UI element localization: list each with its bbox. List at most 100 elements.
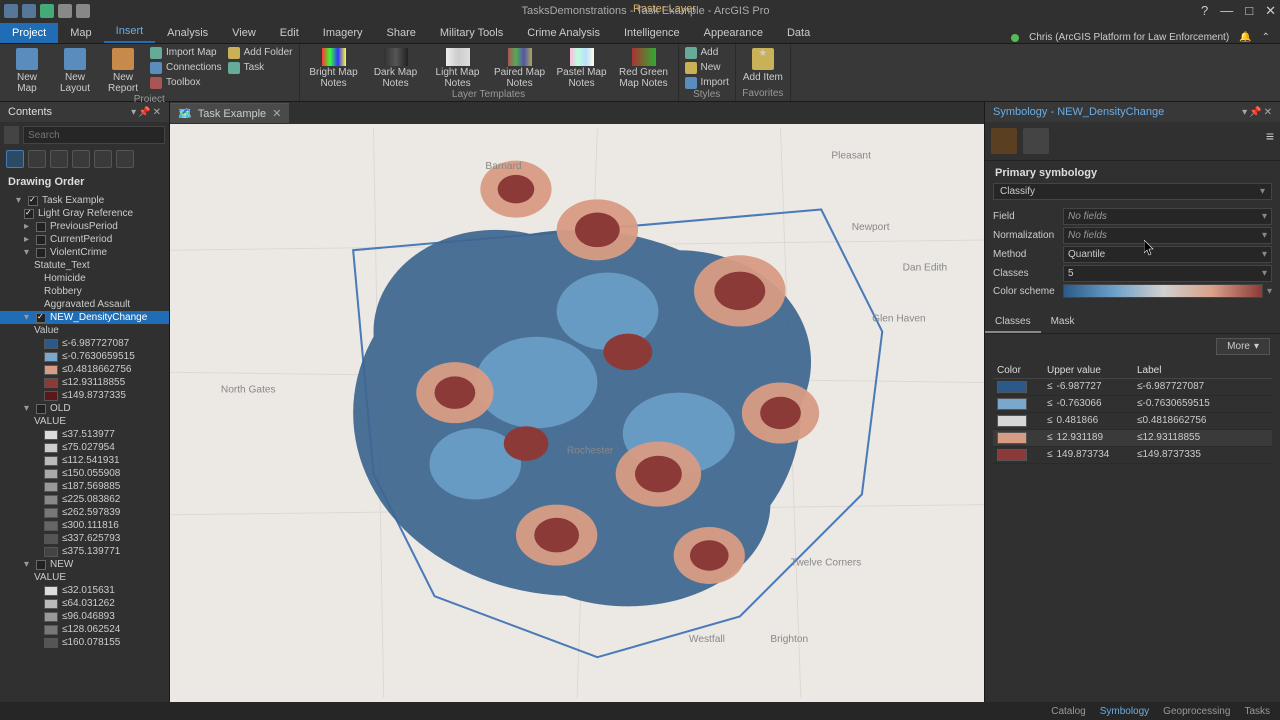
qat-project-icon[interactable]: [4, 4, 18, 18]
class-row[interactable]: ≤12.931189≤12.93118855: [993, 430, 1272, 447]
ribbon-collapse-icon[interactable]: ⌃: [1262, 32, 1270, 43]
help-icon[interactable]: ?: [1201, 3, 1208, 19]
tree-class[interactable]: ≤-0.7630659515: [0, 350, 169, 363]
tab-intelligence[interactable]: Intelligence: [612, 23, 692, 43]
tab-view[interactable]: View: [220, 23, 268, 43]
task-button[interactable]: Task: [228, 61, 293, 74]
tab-appearance[interactable]: Appearance: [692, 23, 775, 43]
tree-class[interactable]: ≤37.513977: [0, 428, 169, 441]
tree-class[interactable]: ≤300.111816: [0, 519, 169, 532]
paired-notes-button[interactable]: Paired Map Notes: [492, 46, 548, 89]
tree-class[interactable]: ≤150.055908: [0, 467, 169, 480]
list-labeling-icon[interactable]: [116, 150, 134, 168]
minimize-icon[interactable]: —: [1220, 3, 1233, 19]
tree-layer[interactable]: ▾OLD: [0, 402, 169, 415]
map-canvas[interactable]: PleasantBarnard NewportDan Edith Glen Ha…: [170, 124, 984, 702]
tab-project[interactable]: Project: [0, 23, 58, 43]
pane-close-icon[interactable]: ✕: [153, 107, 161, 118]
import-map-button[interactable]: Import Map: [150, 46, 222, 59]
pane-options-icon[interactable]: ▾: [1242, 107, 1247, 118]
vary-symbology-icon[interactable]: [1023, 128, 1049, 154]
bottom-tab-catalog[interactable]: Catalog: [1051, 706, 1085, 717]
pane-options-icon[interactable]: ▾: [131, 107, 136, 118]
tree-value[interactable]: Homicide: [0, 272, 169, 285]
dark-notes-button[interactable]: Dark Map Notes: [368, 46, 424, 89]
bright-notes-button[interactable]: Bright Map Notes: [306, 46, 362, 89]
tab-edit[interactable]: Edit: [268, 23, 311, 43]
tab-data[interactable]: Data: [775, 23, 822, 43]
pastel-notes-button[interactable]: Pastel Map Notes: [554, 46, 610, 89]
qat-undo-icon[interactable]: [58, 4, 72, 18]
notifications-icon[interactable]: 🔔: [1239, 32, 1251, 43]
list-source-icon[interactable]: [28, 150, 46, 168]
tree-layer[interactable]: ▾ViolentCrime: [0, 246, 169, 259]
tree-layer[interactable]: Light Gray Reference: [0, 207, 169, 220]
subtab-classes[interactable]: Classes: [985, 312, 1041, 333]
pane-pin-icon[interactable]: 📌: [1249, 107, 1261, 118]
symbology-type-dropdown[interactable]: Classify: [993, 183, 1272, 200]
tree-class[interactable]: ≤187.569885: [0, 480, 169, 493]
qat-open-icon[interactable]: [22, 4, 36, 18]
contents-search-input[interactable]: [23, 126, 165, 144]
field-dropdown[interactable]: No fields: [1063, 208, 1272, 225]
add-item-button[interactable]: ★Add Item: [742, 46, 784, 83]
new-layout-button[interactable]: New Layout: [54, 46, 96, 94]
tree-class[interactable]: ≤225.083862: [0, 493, 169, 506]
tree-class[interactable]: ≤337.625793: [0, 532, 169, 545]
subtab-mask[interactable]: Mask: [1041, 312, 1085, 333]
qat-save-icon[interactable]: [40, 4, 54, 18]
symbology-menu-icon[interactable]: ≡: [1266, 128, 1274, 154]
tree-value[interactable]: Aggravated Assault: [0, 298, 169, 311]
tree-class[interactable]: ≤128.062524: [0, 623, 169, 636]
tab-analysis[interactable]: Analysis: [155, 23, 220, 43]
pane-close-icon[interactable]: ✕: [1264, 107, 1272, 118]
tab-insert[interactable]: Insert: [104, 21, 156, 43]
pane-pin-icon[interactable]: 📌: [138, 107, 150, 118]
bottom-tab-geoprocessing[interactable]: Geoprocessing: [1163, 706, 1230, 717]
class-row[interactable]: ≤-6.987727≤-6.987727087: [993, 379, 1272, 396]
colorscheme-ramp[interactable]: [1063, 284, 1263, 298]
tab-militarytools[interactable]: Military Tools: [428, 23, 515, 43]
new-map-button[interactable]: New Map: [6, 46, 48, 94]
tree-class[interactable]: ≤149.8737335: [0, 389, 169, 402]
tree-class[interactable]: ≤32.015631: [0, 584, 169, 597]
light-notes-button[interactable]: Light Map Notes: [430, 46, 486, 89]
tree-class[interactable]: ≤160.078155: [0, 636, 169, 649]
tree-class[interactable]: ≤12.93118855: [0, 376, 169, 389]
tree-layer[interactable]: ▸PreviousPeriod: [0, 220, 169, 233]
tab-share[interactable]: Share: [375, 23, 428, 43]
tree-class[interactable]: ≤0.4818662756: [0, 363, 169, 376]
list-drawing-order-icon[interactable]: [6, 150, 24, 168]
tree-map[interactable]: ▾Task Example: [0, 194, 169, 207]
primary-symbology-icon[interactable]: [991, 128, 1017, 154]
redgreen-notes-button[interactable]: Red Green Map Notes: [616, 46, 672, 89]
new-style-button[interactable]: New: [685, 61, 729, 74]
class-row[interactable]: ≤-0.763066≤-0.7630659515: [993, 396, 1272, 413]
bottom-tab-tasks[interactable]: Tasks: [1244, 706, 1270, 717]
tab-map[interactable]: Map: [58, 23, 103, 43]
list-selection-icon[interactable]: [50, 150, 68, 168]
tree-class[interactable]: ≤64.031262: [0, 597, 169, 610]
list-editing-icon[interactable]: [72, 150, 90, 168]
list-snapping-icon[interactable]: [94, 150, 112, 168]
maximize-icon[interactable]: □: [1245, 3, 1253, 19]
tab-crimeanalysis[interactable]: Crime Analysis: [515, 23, 612, 43]
classes-dropdown[interactable]: 5: [1063, 265, 1272, 282]
add-folder-button[interactable]: Add Folder: [228, 46, 293, 59]
close-icon[interactable]: ✕: [1265, 3, 1276, 19]
connections-button[interactable]: Connections: [150, 61, 222, 74]
tree-layer[interactable]: ▸CurrentPeriod: [0, 233, 169, 246]
normalization-dropdown[interactable]: No fields: [1063, 227, 1272, 244]
user-label[interactable]: Chris (ArcGIS Platform for Law Enforceme…: [1029, 32, 1229, 43]
import-style-button[interactable]: Import: [685, 76, 729, 89]
new-report-button[interactable]: New Report: [102, 46, 144, 94]
tree-class[interactable]: ≤75.027954: [0, 441, 169, 454]
tree-layer-selected[interactable]: ▾NEW_DensityChange: [0, 311, 169, 324]
class-row[interactable]: ≤0.481866≤0.4818662756: [993, 413, 1272, 430]
tree-layer[interactable]: ▾NEW: [0, 558, 169, 571]
more-button[interactable]: More▾: [1216, 338, 1270, 355]
tab-imagery[interactable]: Imagery: [311, 23, 375, 43]
toolbox-button[interactable]: Toolbox: [150, 76, 222, 89]
tree-class[interactable]: ≤262.597839: [0, 506, 169, 519]
map-tab-close-icon[interactable]: ✕: [272, 107, 281, 120]
